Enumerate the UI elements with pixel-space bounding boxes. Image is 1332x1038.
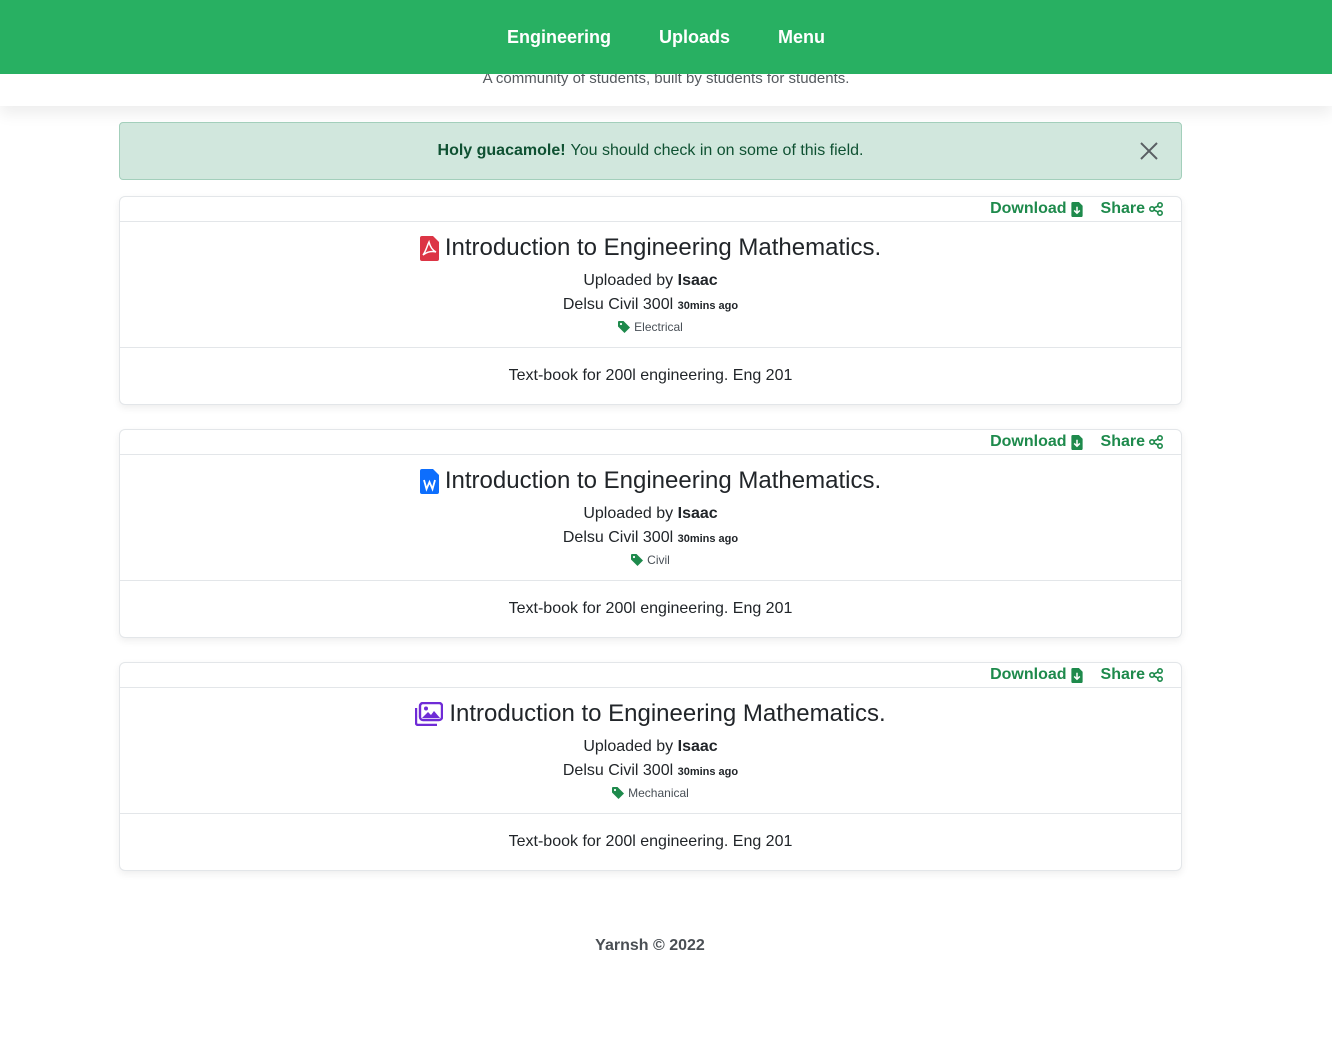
- nav-item-engineering[interactable]: Engineering: [507, 27, 611, 48]
- uploaded-by-label: Uploaded by: [583, 738, 674, 755]
- share-label: Share: [1100, 433, 1145, 450]
- alert-message: You should check in on some of this fiel…: [570, 142, 864, 159]
- document-title[interactable]: Introduction to Engineering Mathematics.: [449, 700, 885, 728]
- document-description: Text-book for 200l engineering. Eng 201: [508, 367, 793, 384]
- course-line: Delsu Civil 300l 30mins ago: [120, 529, 1181, 547]
- uploader-line: Uploaded by Isaac: [120, 505, 1181, 523]
- file-word-icon: [419, 468, 439, 494]
- uploader-line: Uploaded by Isaac: [120, 272, 1181, 290]
- top-navbar: Engineering Uploads Menu: [0, 0, 1332, 74]
- uploader-name[interactable]: Isaac: [678, 272, 718, 289]
- card-body: Introduction to Engineering Mathematics.…: [120, 688, 1181, 814]
- category-tag[interactable]: Mechanical: [120, 786, 1181, 800]
- tag-label: Civil: [647, 553, 670, 567]
- uploader-line: Uploaded by Isaac: [120, 738, 1181, 756]
- images-icon: [415, 702, 444, 726]
- course-name: Delsu Civil 300l: [562, 762, 674, 779]
- download-label: Download: [990, 200, 1067, 217]
- download-label: Download: [990, 433, 1067, 450]
- tag-icon: [618, 321, 631, 333]
- category-tag[interactable]: Electrical: [120, 320, 1181, 334]
- nav-item-uploads[interactable]: Uploads: [659, 27, 730, 48]
- share-label: Share: [1100, 666, 1145, 683]
- alert-banner: Holy guacamole! You should check in on s…: [119, 122, 1182, 180]
- tag-label: Electrical: [634, 320, 683, 334]
- upload-card: Download Share Introduction to Engineeri…: [119, 662, 1182, 871]
- upload-card: Download Share Introduction to Engineeri…: [119, 429, 1182, 638]
- card-footer: Text-book for 200l engineering. Eng 201: [120, 581, 1181, 637]
- uploaded-by-label: Uploaded by: [583, 505, 674, 522]
- share-icon: [1149, 435, 1163, 449]
- card-header: Download Share: [120, 430, 1181, 455]
- tag-label: Mechanical: [628, 786, 689, 800]
- share-icon: [1149, 668, 1163, 682]
- uploader-name[interactable]: Isaac: [678, 505, 718, 522]
- upload-time: 30mins ago: [677, 533, 739, 545]
- card-body: Introduction to Engineering Mathematics.…: [120, 455, 1181, 581]
- document-description: Text-book for 200l engineering. Eng 201: [508, 600, 793, 617]
- page-footer: Yarnsh © 2022: [595, 937, 705, 954]
- card-header: Download Share: [120, 197, 1181, 222]
- file-pdf-icon: [419, 235, 439, 261]
- download-button[interactable]: Download: [990, 666, 1083, 684]
- nav-item-menu[interactable]: Menu: [778, 27, 825, 48]
- card-title-row: Introduction to Engineering Mathematics.: [120, 688, 1181, 731]
- card-header: Download Share: [120, 663, 1181, 688]
- course-name: Delsu Civil 300l: [562, 529, 674, 546]
- course-line: Delsu Civil 300l 30mins ago: [120, 296, 1181, 314]
- upload-card: Download Share Introduction to Engineeri…: [119, 196, 1182, 405]
- document-title[interactable]: Introduction to Engineering Mathematics.: [445, 234, 881, 262]
- share-button[interactable]: Share: [1101, 433, 1163, 451]
- course-line: Delsu Civil 300l 30mins ago: [120, 762, 1181, 780]
- close-icon[interactable]: [1139, 141, 1159, 161]
- share-icon: [1149, 202, 1163, 216]
- course-name: Delsu Civil 300l: [562, 296, 674, 313]
- document-title[interactable]: Introduction to Engineering Mathematics.: [445, 467, 881, 495]
- card-footer: Text-book for 200l engineering. Eng 201: [120, 814, 1181, 870]
- download-button[interactable]: Download: [990, 433, 1083, 451]
- card-footer: Text-book for 200l engineering. Eng 201: [120, 348, 1181, 404]
- card-title-row: Introduction to Engineering Mathematics.: [120, 222, 1181, 265]
- alert-heading: Holy guacamole!: [437, 142, 566, 159]
- card-body: Introduction to Engineering Mathematics.…: [120, 222, 1181, 348]
- upload-time: 30mins ago: [677, 766, 739, 778]
- document-description: Text-book for 200l engineering. Eng 201: [508, 833, 793, 850]
- uploaded-by-label: Uploaded by: [583, 272, 674, 289]
- card-title-row: Introduction to Engineering Mathematics.: [120, 455, 1181, 498]
- tag-icon: [612, 787, 625, 799]
- file-download-icon: [1070, 434, 1083, 450]
- download-button[interactable]: Download: [990, 200, 1083, 218]
- uploader-name[interactable]: Isaac: [678, 738, 718, 755]
- upload-time: 30mins ago: [677, 300, 739, 312]
- download-label: Download: [990, 666, 1067, 683]
- category-tag[interactable]: Civil: [120, 553, 1181, 567]
- share-button[interactable]: Share: [1101, 200, 1163, 218]
- share-label: Share: [1100, 200, 1145, 217]
- file-download-icon: [1070, 667, 1083, 683]
- share-button[interactable]: Share: [1101, 666, 1163, 684]
- file-download-icon: [1070, 201, 1083, 217]
- tag-icon: [631, 554, 644, 566]
